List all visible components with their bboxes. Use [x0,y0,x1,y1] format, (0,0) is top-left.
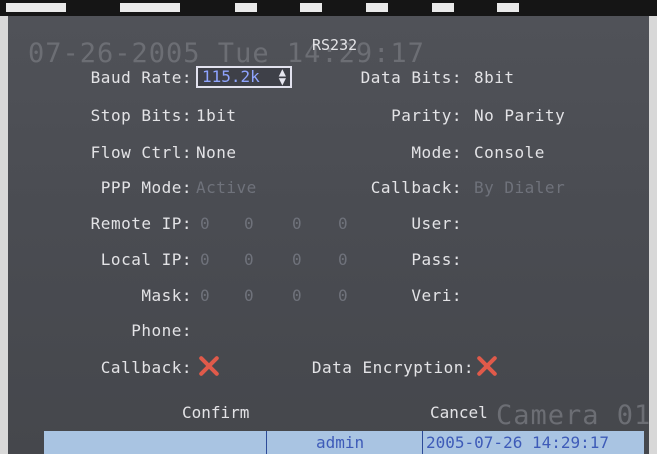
border-block [235,3,257,12]
ppp-mode-label: PPP Mode: [100,178,192,197]
data-encryption-checkbox-x-icon[interactable] [474,353,500,379]
flow-ctrl-label: Flow Ctrl: [90,143,192,162]
parity-value[interactable]: No Parity [474,106,565,125]
local-ip-octet-1: 0 [200,250,211,269]
status-divider [422,431,423,454]
border-block [432,3,454,12]
callback-type-label: Callback: [370,178,462,197]
phone-label: Phone: [131,321,192,340]
confirm-button[interactable]: Confirm [182,403,249,422]
parity-label: Parity: [391,106,462,125]
remote-ip-octet-1: 0 [200,214,211,233]
data-bits-value[interactable]: 8bit [474,68,515,87]
border-block [366,3,388,12]
user-label: User: [411,214,462,233]
veri-label: Veri: [411,286,462,305]
pass-label: Pass: [411,250,462,269]
remote-ip-octet-3: 0 [292,214,303,233]
callback-check-label: Callback: [100,358,192,377]
baud-rate-value: 115.2k [202,67,260,86]
mode-label: Mode: [411,143,462,162]
baud-rate-label: Baud Rate: [90,68,192,87]
datetime-watermark: 07-26-2005 Tue 14:29:17 [28,38,425,69]
local-ip-octet-3: 0 [292,250,303,269]
border-block [120,3,180,12]
border-block [300,3,322,12]
mask-octet-2: 0 [244,286,255,305]
mask-label: Mask: [141,286,192,305]
status-user: admin [316,433,365,452]
status-datetime: 2005-07-26 14:29:17 [426,433,610,452]
local-ip-label: Local IP: [100,250,192,269]
flow-ctrl-value[interactable]: None [196,143,237,162]
up-down-arrows-icon[interactable]: ▲ ▼ [279,66,286,87]
border-block [6,3,66,12]
callback-type-value: By Dialer [474,178,566,197]
remote-ip-octet-2: 0 [244,214,255,233]
baud-rate-select[interactable]: 115.2k ▲ ▼ [196,66,292,88]
remote-ip-label: Remote IP: [90,214,192,233]
data-encryption-label: Data Encryption: [311,358,474,377]
page-title: RS232 [312,36,358,54]
mask-octet-1: 0 [200,286,211,305]
top-border-strip [0,0,657,16]
osd-screen: 07-26-2005 Tue 14:29:17 Camera 01 RS232 … [8,16,649,454]
stop-bits-label: Stop Bits: [90,106,192,125]
callback-checkbox-x-icon[interactable] [196,353,222,379]
status-bar: admin 2005-07-26 14:29:17 [44,431,644,454]
border-block [497,3,519,12]
data-bits-label: Data Bits: [360,68,462,87]
local-ip-octet-2: 0 [244,250,255,269]
status-divider [266,431,267,454]
mask-octet-3: 0 [292,286,303,305]
cancel-button[interactable]: Cancel [430,403,488,422]
ppp-mode-value: Active [196,178,257,197]
camera-watermark: Camera 01 [496,400,649,431]
mode-value[interactable]: Console [474,143,545,162]
stop-bits-value[interactable]: 1bit [196,106,237,125]
